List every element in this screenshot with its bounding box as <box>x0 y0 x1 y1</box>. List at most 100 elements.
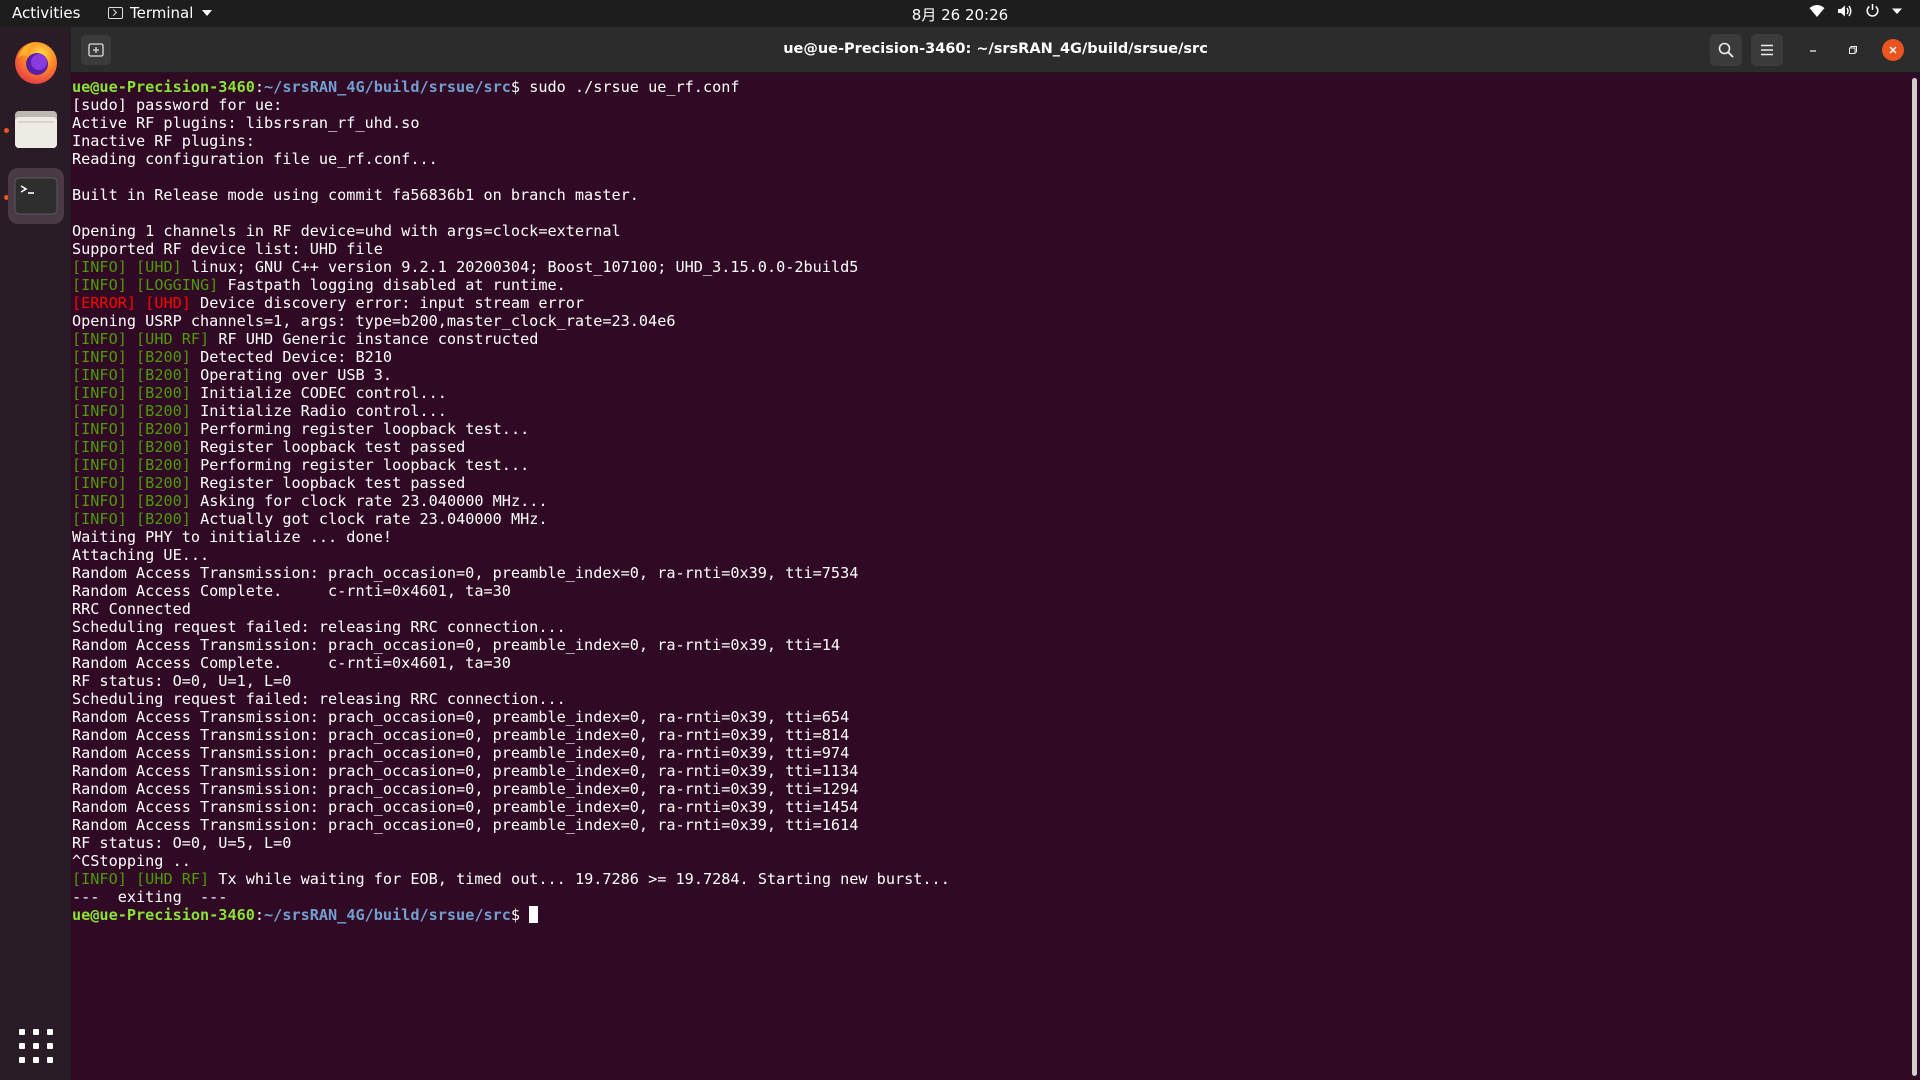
log-message: Tx while waiting for EOB, timed out... 1… <box>218 870 950 888</box>
log-message: Asking for clock rate 23.040000 MHz... <box>200 492 548 510</box>
activities-button[interactable]: Activities <box>12 4 80 22</box>
scrollbar[interactable] <box>1910 74 1920 1080</box>
terminal-line: ^CStopping .. <box>72 852 1909 870</box>
log-source-tag: [B200] <box>136 402 191 420</box>
clock-button[interactable]: 8月 26 20:26 <box>912 6 1008 24</box>
output-text: Supported RF device list: UHD file <box>72 240 383 258</box>
log-source-tag: [B200] <box>136 510 191 528</box>
terminal-output[interactable]: ue@ue-Precision-3460:~/srsRAN_4G/build/s… <box>71 74 1909 1080</box>
log-source-tag: [B200] <box>136 348 191 366</box>
log-message: Actually got clock rate 23.040000 MHz. <box>200 510 548 528</box>
maximize-button[interactable] <box>1842 39 1864 61</box>
search-icon <box>1718 42 1734 58</box>
menu-button[interactable] <box>1751 34 1783 66</box>
prompt-symbol: $ <box>510 906 530 924</box>
log-level-tag: [INFO] <box>72 276 127 294</box>
terminal-line: Waiting PHY to initialize ... done! <box>72 528 1909 546</box>
prompt-separator: : <box>254 78 265 96</box>
output-text: --- exiting --- <box>72 888 228 906</box>
log-source-tag: [B200] <box>136 420 191 438</box>
output-text: RRC Connected <box>72 600 191 618</box>
dock-terminal[interactable] <box>8 168 64 224</box>
terminal-line: [INFO] [B200] Initialize Radio control..… <box>72 402 1909 420</box>
system-tray[interactable] <box>1809 3 1902 18</box>
files-icon <box>15 111 57 148</box>
log-level-tag: [INFO] <box>72 330 127 348</box>
chevron-down-icon <box>202 10 213 16</box>
output-text: Opening USRP channels=1, args: type=b200… <box>72 312 676 330</box>
output-text: [sudo] password for ue: <box>72 96 283 114</box>
terminal-line: [INFO] [B200] Initialize CODEC control..… <box>72 384 1909 402</box>
log-source-tag: [UHD RF] <box>136 870 210 888</box>
terminal-line: Random Access Transmission: prach_occasi… <box>72 744 1909 762</box>
log-level-tag: [INFO] <box>72 366 127 384</box>
log-message: Register loopback test passed <box>200 474 466 492</box>
terminal-line: [INFO] [B200] Detected Device: B210 <box>72 348 1909 366</box>
log-level-tag: [INFO] <box>72 456 127 474</box>
minimize-icon <box>1810 50 1816 52</box>
log-source-tag: [B200] <box>136 456 191 474</box>
log-level-tag: [INFO] <box>72 402 127 420</box>
terminal-line: Reading configuration file ue_rf.conf... <box>72 150 1909 168</box>
terminal-line: Active RF plugins: libsrsran_rf_uhd.so <box>72 114 1909 132</box>
log-message: Fastpath logging disabled at runtime. <box>227 276 566 294</box>
terminal-line: RRC Connected <box>72 600 1909 618</box>
log-source-tag: [B200] <box>136 474 191 492</box>
app-menu-terminal[interactable]: Terminal <box>108 4 213 22</box>
text-cursor <box>529 906 539 923</box>
log-level-tag: [INFO] <box>72 348 127 366</box>
log-source-tag: [LOGGING] <box>136 276 219 294</box>
new-tab-button[interactable] <box>81 35 111 65</box>
log-level-tag: [INFO] <box>72 870 127 888</box>
output-text: Random Access Transmission: prach_occasi… <box>72 744 850 762</box>
log-message: Performing register loopback test... <box>200 420 530 438</box>
close-button[interactable] <box>1882 39 1904 61</box>
show-apps-icon[interactable] <box>19 1029 53 1063</box>
terminal-line: Scheduling request failed: releasing RRC… <box>72 618 1909 636</box>
terminal-line: ue@ue-Precision-3460:~/srsRAN_4G/build/s… <box>72 78 1909 96</box>
log-level-tag: [INFO] <box>72 258 127 276</box>
terminal-line: [INFO] [B200] Register loopback test pas… <box>72 474 1909 492</box>
prompt-path: ~/srsRAN_4G/build/srsue/src <box>264 78 511 96</box>
terminal-line: [INFO] [B200] Performing register loopba… <box>72 420 1909 438</box>
volume-icon <box>1838 5 1852 16</box>
prompt-symbol: $ <box>510 78 530 96</box>
log-level-tag: [INFO] <box>72 420 127 438</box>
minimize-button[interactable] <box>1802 39 1824 61</box>
dock-files[interactable] <box>8 101 64 157</box>
output-text: Random Access Transmission: prach_occasi… <box>72 780 859 798</box>
terminal-line: [INFO] [B200] Operating over USB 3. <box>72 366 1909 384</box>
output-text: Waiting PHY to initialize ... done! <box>72 528 393 546</box>
dock-firefox[interactable] <box>8 34 64 90</box>
log-message: RF UHD Generic instance constructed <box>218 330 539 348</box>
wifi-icon <box>1809 4 1825 17</box>
output-text: Scheduling request failed: releasing RRC… <box>72 618 566 636</box>
search-button[interactable] <box>1710 34 1742 66</box>
log-message: Detected Device: B210 <box>200 348 393 366</box>
output-text: ^CStopping .. <box>72 852 191 870</box>
log-level-tag: [INFO] <box>72 384 127 402</box>
terminal-line: Random Access Transmission: prach_occasi… <box>72 636 1909 654</box>
prompt-separator: : <box>254 906 265 924</box>
log-source-tag: [B200] <box>136 366 191 384</box>
terminal-line: RF status: O=0, U=5, L=0 <box>72 834 1909 852</box>
log-source-tag: [UHD] <box>145 294 191 312</box>
log-message: Initialize Radio control... <box>200 402 447 420</box>
output-text: Random Access Transmission: prach_occasi… <box>72 762 859 780</box>
terminal-line: Built in Release mode using commit fa568… <box>72 186 1909 204</box>
app-menu-label: Terminal <box>130 4 194 22</box>
terminal-line: [INFO] [B200] Actually got clock rate 23… <box>72 510 1909 528</box>
scrollbar-thumb[interactable] <box>1912 78 1917 1076</box>
output-text: Random Access Complete. c-rnti=0x4601, t… <box>72 654 511 672</box>
output-text: Inactive RF plugins: <box>72 132 255 150</box>
terminal-line: RF status: O=0, U=1, L=0 <box>72 672 1909 690</box>
terminal-line: [sudo] password for ue: <box>72 96 1909 114</box>
output-text: RF status: O=0, U=1, L=0 <box>72 672 292 690</box>
close-icon <box>1889 46 1897 54</box>
terminal-line: [ERROR] [UHD] Device discovery error: in… <box>72 294 1909 312</box>
output-text: Random Access Transmission: prach_occasi… <box>72 798 859 816</box>
terminal-line: Attaching UE... <box>72 546 1909 564</box>
terminal-line: Random Access Transmission: prach_occasi… <box>72 780 1909 798</box>
prompt-user: ue@ue-Precision-3460 <box>72 78 255 96</box>
